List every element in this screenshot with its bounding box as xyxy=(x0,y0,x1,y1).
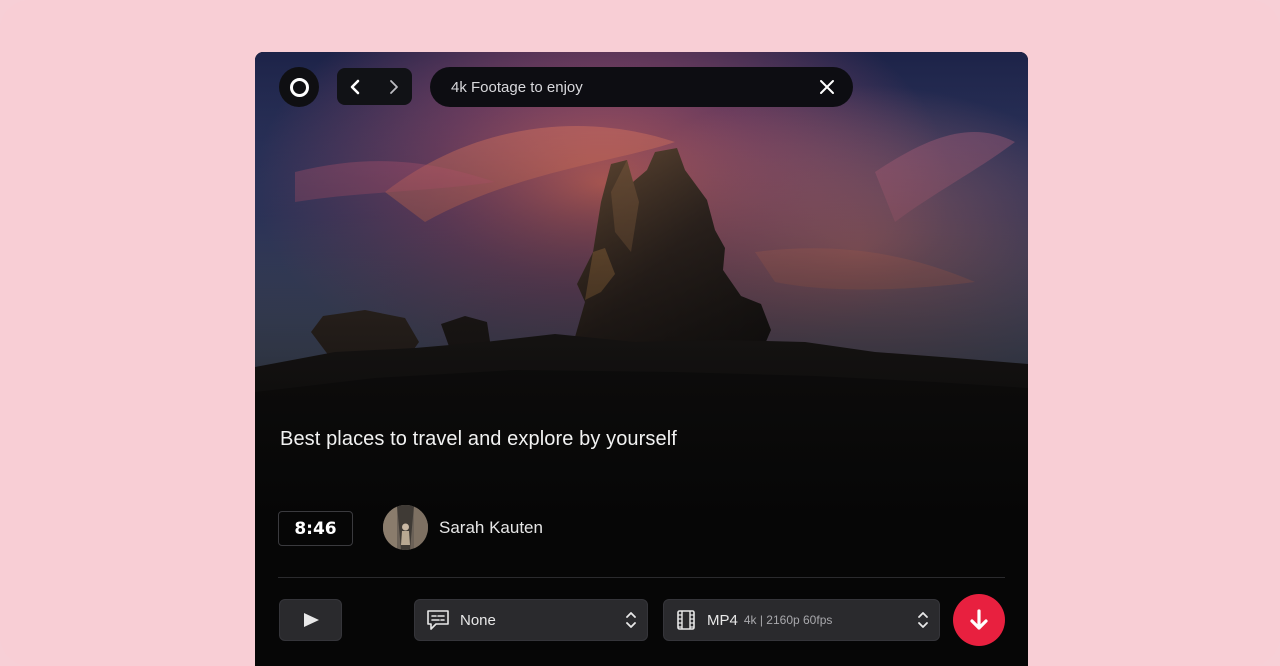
video-thumbnail[interactable] xyxy=(255,52,1028,522)
arrow-down-icon xyxy=(970,609,988,630)
thumbnail-image xyxy=(255,52,1028,522)
chevron-right-icon xyxy=(389,79,398,94)
format-detail: 4k | 2160p 60fps xyxy=(743,613,833,627)
chevron-left-icon xyxy=(350,79,359,94)
subtitles-icon xyxy=(427,610,449,630)
back-button[interactable] xyxy=(337,68,374,105)
download-button[interactable] xyxy=(953,594,1005,646)
navigation-group xyxy=(337,68,412,105)
play-button[interactable] xyxy=(279,599,342,641)
video-title: Best places to travel and explore by you… xyxy=(280,428,677,450)
chevron-up-down-icon xyxy=(918,612,928,628)
format-select[interactable]: MP4 4k | 2160p 60fps xyxy=(663,599,940,641)
forward-button[interactable] xyxy=(374,68,411,105)
avatar[interactable] xyxy=(383,505,428,550)
format-value: MP4 xyxy=(707,611,738,629)
search-input[interactable] xyxy=(451,78,817,96)
author-name[interactable]: Sarah Kauten xyxy=(439,518,543,538)
divider xyxy=(278,577,1005,578)
clear-search-button[interactable] xyxy=(817,77,837,97)
home-button[interactable] xyxy=(279,67,319,107)
play-icon xyxy=(303,613,319,627)
video-card: Best places to travel and explore by you… xyxy=(255,52,1028,666)
film-icon xyxy=(677,610,695,630)
close-icon xyxy=(820,80,834,94)
search-bar xyxy=(430,67,853,107)
subtitles-select[interactable]: None xyxy=(414,599,648,641)
ring-icon xyxy=(289,77,309,97)
subtitles-value: None xyxy=(460,611,496,629)
avatar-image xyxy=(383,505,428,550)
chevron-up-down-icon xyxy=(626,612,636,628)
video-duration: 8:46 xyxy=(278,511,353,546)
